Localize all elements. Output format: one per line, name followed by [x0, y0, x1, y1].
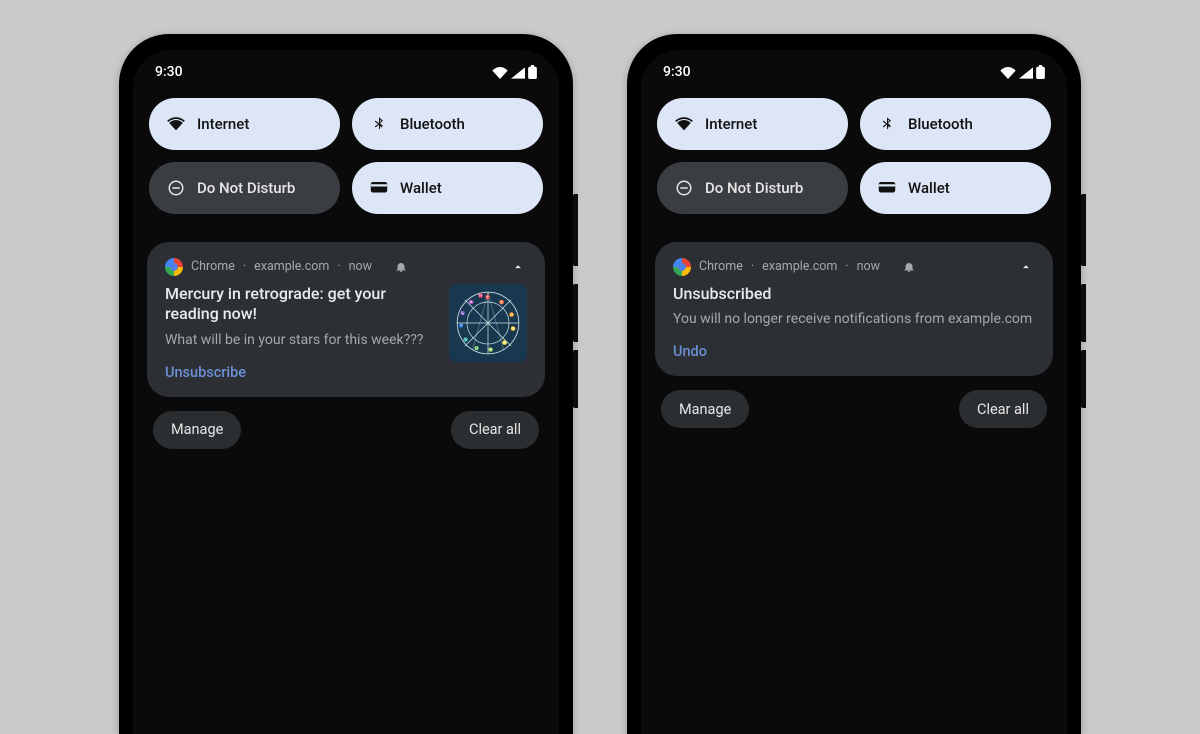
- tile-dnd[interactable]: Do Not Disturb: [149, 162, 340, 214]
- separator: ·: [751, 259, 754, 274]
- status-time: 9:30: [663, 64, 691, 80]
- notification-subtitle: You will no longer receive notifications…: [673, 310, 1035, 329]
- quick-settings: Internet Bluetooth Do Not Disturb: [641, 82, 1067, 222]
- phone-after: 9:30 Int: [627, 34, 1081, 734]
- manage-button[interactable]: Manage: [153, 411, 241, 449]
- phone-before: 9:30: [119, 34, 573, 734]
- notification-footer: Manage Clear all: [655, 376, 1053, 428]
- wifi-icon: [675, 115, 693, 133]
- svg-text:♈: ♈: [485, 294, 490, 299]
- bell-icon: [394, 260, 407, 273]
- svg-text:♒: ♒: [469, 299, 474, 304]
- svg-text:♓: ♓: [478, 293, 483, 298]
- notification-subtitle: What will be in your stars for this week…: [165, 331, 435, 350]
- separator: ·: [845, 259, 848, 274]
- notification-footer: Manage Clear all: [147, 397, 545, 449]
- tile-wallet[interactable]: Wallet: [352, 162, 543, 214]
- signal-icon: [511, 67, 525, 79]
- separator: ·: [337, 259, 340, 274]
- tile-label: Internet: [197, 115, 249, 133]
- quick-settings: Internet Bluetooth Do Not Disturb: [133, 82, 559, 222]
- tile-bluetooth[interactable]: Bluetooth: [352, 98, 543, 150]
- notification-site: example.com: [762, 259, 837, 274]
- manage-button[interactable]: Manage: [661, 390, 749, 428]
- svg-text:♏: ♏: [463, 337, 468, 342]
- notification-shade: Chrome · example.com · now: [133, 222, 559, 459]
- volume-down-button[interactable]: [1081, 350, 1086, 408]
- notification-title: Unsubscribed: [673, 284, 1035, 305]
- wallet-icon: [370, 179, 388, 197]
- svg-text:♊: ♊: [509, 312, 514, 317]
- dnd-icon: [167, 179, 185, 197]
- notification-shade: Chrome · example.com · now: [641, 222, 1067, 439]
- notification-header: Chrome · example.com · now: [165, 258, 527, 276]
- battery-icon: [528, 65, 537, 79]
- status-icons: [492, 65, 537, 79]
- notification-card[interactable]: Chrome · example.com · now: [147, 242, 545, 397]
- wifi-icon: [167, 115, 185, 133]
- tile-label: Do Not Disturb: [705, 179, 803, 197]
- screen: 9:30: [133, 50, 559, 734]
- dnd-icon: [675, 179, 693, 197]
- notification-header: Chrome · example.com · now: [673, 258, 1035, 276]
- status-bar: 9:30: [133, 50, 559, 82]
- tile-label: Bluetooth: [400, 115, 465, 133]
- tile-label: Wallet: [400, 179, 442, 197]
- wifi-icon: [492, 67, 508, 79]
- battery-icon: [1036, 65, 1045, 79]
- bell-icon: [902, 260, 915, 273]
- notification-time: now: [857, 259, 880, 274]
- chevron-up-icon[interactable]: [509, 258, 527, 276]
- unsubscribe-button[interactable]: Unsubscribe: [165, 364, 435, 381]
- tile-internet[interactable]: Internet: [657, 98, 848, 150]
- svg-text:♑: ♑: [460, 310, 465, 315]
- tile-label: Wallet: [908, 179, 950, 197]
- notification-thumbnail: ♈ ♉ ♊ ♋ ♌ ♍ ♎ ♏ ♐ ♑ ♒ ♓: [449, 284, 527, 362]
- status-bar: 9:30: [641, 50, 1067, 82]
- tile-internet[interactable]: Internet: [149, 98, 340, 150]
- svg-text:♉: ♉: [499, 299, 504, 304]
- notification-title: Mercury in retrograde: get your reading …: [165, 284, 435, 326]
- wallet-icon: [878, 179, 896, 197]
- notification-app: Chrome: [191, 259, 235, 274]
- signal-icon: [1019, 67, 1033, 79]
- chevron-up-icon[interactable]: [1017, 258, 1035, 276]
- volume-down-button[interactable]: [573, 350, 578, 408]
- svg-text:♍: ♍: [488, 347, 493, 352]
- svg-text:♋: ♋: [511, 326, 516, 331]
- chrome-icon: [673, 258, 691, 276]
- power-button[interactable]: [1081, 194, 1086, 266]
- screen: 9:30 Int: [641, 50, 1067, 734]
- notification-card[interactable]: Chrome · example.com · now: [655, 242, 1053, 377]
- power-button[interactable]: [573, 194, 578, 266]
- status-time: 9:30: [155, 64, 183, 80]
- svg-text:♐: ♐: [459, 323, 464, 328]
- tile-label: Internet: [705, 115, 757, 133]
- chrome-icon: [165, 258, 183, 276]
- notification-time: now: [349, 259, 372, 274]
- volume-up-button[interactable]: [1081, 284, 1086, 342]
- svg-text:♎: ♎: [474, 345, 479, 350]
- undo-button[interactable]: Undo: [673, 343, 1035, 360]
- svg-text:♌: ♌: [502, 340, 507, 345]
- bluetooth-icon: [878, 115, 896, 133]
- clear-all-button[interactable]: Clear all: [451, 411, 539, 449]
- tile-dnd[interactable]: Do Not Disturb: [657, 162, 848, 214]
- tile-label: Do Not Disturb: [197, 179, 295, 197]
- status-icons: [1000, 65, 1045, 79]
- tile-label: Bluetooth: [908, 115, 973, 133]
- notification-site: example.com: [254, 259, 329, 274]
- notification-app: Chrome: [699, 259, 743, 274]
- clear-all-button[interactable]: Clear all: [959, 390, 1047, 428]
- bluetooth-icon: [370, 115, 388, 133]
- tile-wallet[interactable]: Wallet: [860, 162, 1051, 214]
- wifi-icon: [1000, 67, 1016, 79]
- volume-up-button[interactable]: [573, 284, 578, 342]
- tile-bluetooth[interactable]: Bluetooth: [860, 98, 1051, 150]
- separator: ·: [243, 259, 246, 274]
